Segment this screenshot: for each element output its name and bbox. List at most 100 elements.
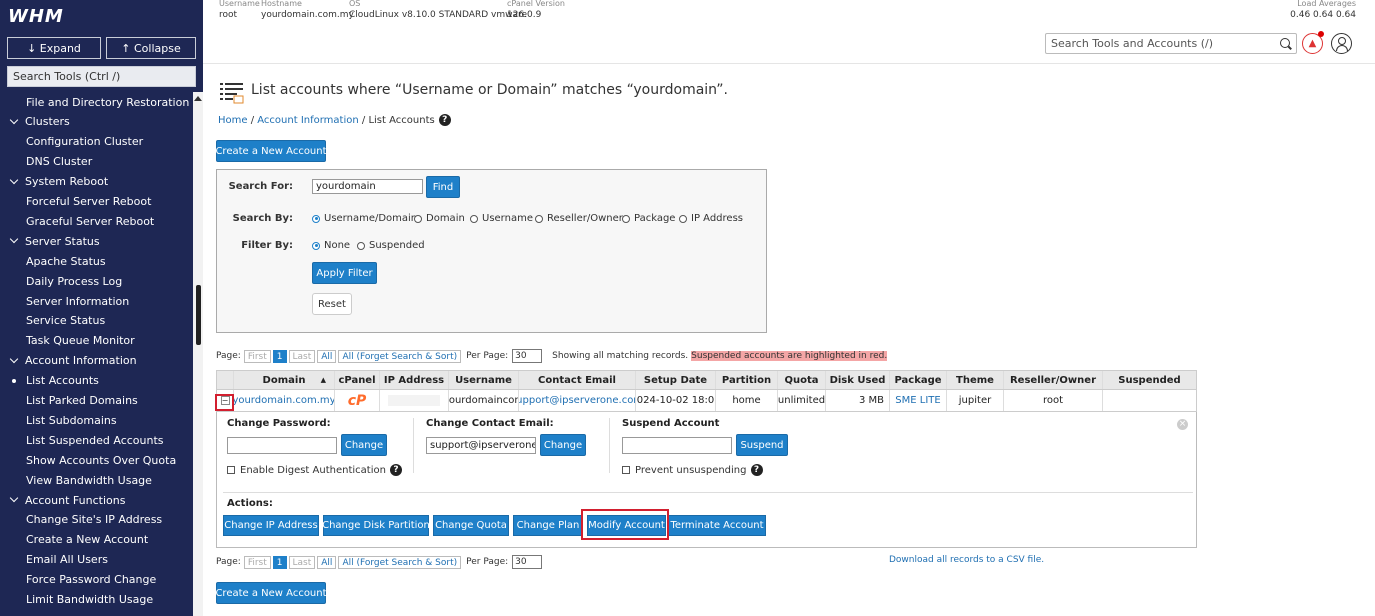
radio-domain[interactable]: Domain — [414, 213, 465, 224]
change-ip-address-button[interactable]: Change IP Address — [223, 515, 319, 536]
radio-filter-suspended[interactable]: Suspended — [357, 240, 425, 251]
sidebar-item-account-functions[interactable]: Account Functions — [0, 490, 193, 510]
expand-button[interactable]: ↓ Expand — [7, 37, 101, 59]
domain-link[interactable]: yourdomain.com.my — [234, 390, 335, 411]
sidebar-item-service-status[interactable]: Service Status — [0, 311, 193, 331]
close-panel-icon[interactable]: × — [1177, 419, 1188, 430]
sidebar-scrollbar[interactable] — [193, 92, 203, 616]
sidebar-item-system-reboot[interactable]: System Reboot — [0, 172, 193, 192]
first-page-link[interactable]: First — [243, 349, 271, 363]
contact-email-link[interactable]: support@ipserverone.com — [519, 390, 636, 411]
last-page-link[interactable]: Last — [288, 555, 316, 569]
page-1-link[interactable]: 1 — [272, 555, 287, 569]
change-contact-email-button[interactable]: Change — [540, 434, 586, 456]
column-header-cpanel[interactable]: cPanel — [335, 371, 380, 389]
sort-ascending-icon[interactable]: ▲ — [321, 376, 326, 384]
radio-username-domain[interactable]: Username/Domain — [312, 213, 417, 224]
sidebar-item-file-and-directory-restoration[interactable]: File and Directory Restoration — [0, 92, 193, 112]
column-header-disk-used[interactable]: Disk Used — [826, 371, 890, 389]
sidebar-item-force-password-change[interactable]: Force Password Change — [0, 570, 193, 590]
sidebar-item-list-suspended-accounts[interactable]: List Suspended Accounts — [0, 430, 193, 450]
per-page-input[interactable]: 30 — [512, 555, 543, 569]
column-header-reseller-owner[interactable]: Reseller/Owner — [1004, 371, 1103, 389]
create-account-button-top[interactable]: Create a New Account — [215, 140, 327, 162]
reset-button[interactable]: Reset — [312, 293, 352, 315]
chevron-down-icon[interactable] — [9, 493, 19, 503]
change-quota-button[interactable]: Change Quota — [433, 515, 509, 536]
column-header-package[interactable]: Package — [890, 371, 947, 389]
prevent-unsuspending-checkbox[interactable]: Prevent unsuspending? — [622, 464, 763, 476]
sidebar-item-create-a-new-account[interactable]: Create a New Account — [0, 530, 193, 550]
per-page-input[interactable]: 30 — [512, 349, 543, 363]
all-link[interactable]: All — [317, 349, 337, 363]
radio-ip-address[interactable]: IP Address — [679, 213, 743, 224]
sidebar-item-server-status[interactable]: Server Status — [0, 231, 193, 251]
search-icon[interactable] — [1280, 38, 1290, 48]
chevron-down-icon[interactable] — [9, 115, 19, 125]
sidebar-item-list-subdomains[interactable]: List Subdomains — [0, 410, 193, 430]
radio-package[interactable]: Package — [622, 213, 675, 224]
help-icon[interactable]: ? — [750, 464, 763, 476]
breadcrumb-account-information[interactable]: Account Information — [257, 115, 358, 126]
sidebar-search-input[interactable]: Search Tools (Ctrl /) — [7, 66, 196, 87]
all-forget-search-link[interactable]: All (Forget Search & Sort) — [338, 555, 462, 569]
chevron-down-icon[interactable] — [9, 354, 19, 363]
sidebar-scroll-thumb[interactable] — [196, 285, 201, 345]
sidebar-item-view-bandwidth-usage[interactable]: View Bandwidth Usage — [0, 470, 193, 490]
breadcrumb-home[interactable]: Home — [218, 115, 248, 126]
column-header-partition[interactable]: Partition — [716, 371, 778, 389]
sidebar-item-list-parked-domains[interactable]: List Parked Domains — [0, 391, 193, 411]
first-page-link[interactable]: First — [243, 555, 271, 569]
sidebar-item-task-queue-monitor[interactable]: Task Queue Monitor — [0, 331, 193, 351]
whm-logo[interactable]: WHM — [8, 6, 64, 27]
download-csv-link[interactable]: Download all records to a CSV file. — [889, 555, 1044, 565]
column-header-contact-email[interactable]: Contact Email — [519, 371, 636, 389]
all-link[interactable]: All — [317, 555, 337, 569]
radio-username[interactable]: Username — [470, 213, 533, 224]
column-header-suspended[interactable]: Suspended — [1103, 371, 1196, 389]
sidebar-item-clusters[interactable]: Clusters — [0, 112, 193, 132]
change-password-button[interactable]: Change — [341, 434, 387, 456]
sidebar-item-list-accounts[interactable]: List Accounts — [0, 371, 193, 391]
sidebar-item-forceful-server-reboot[interactable]: Forceful Server Reboot — [0, 192, 193, 212]
collapse-button[interactable]: ↑ Collapse — [106, 37, 196, 59]
chevron-down-icon[interactable] — [9, 235, 19, 244]
scroll-up-icon[interactable] — [194, 96, 202, 101]
apply-filter-button[interactable]: Apply Filter — [312, 262, 377, 284]
page-1-link[interactable]: 1 — [272, 349, 287, 363]
chevron-down-icon[interactable] — [9, 175, 19, 184]
change-disk-partition-button[interactable]: Change Disk Partition — [322, 515, 430, 536]
column-header-setup-date[interactable]: Setup Date — [636, 371, 716, 389]
find-button[interactable]: Find — [426, 176, 460, 198]
column-header-theme[interactable]: Theme — [947, 371, 1004, 389]
help-icon[interactable]: ? — [438, 114, 451, 126]
sidebar-item-change-site-s-ip-address[interactable]: Change Site's IP Address — [0, 510, 193, 530]
radio-reseller-owner[interactable]: Reseller/Owner — [535, 213, 623, 224]
radio-filter-none[interactable]: None — [312, 240, 350, 251]
all-forget-search-link[interactable]: All (Forget Search & Sort) — [338, 349, 462, 363]
column-header-domain[interactable]: Domain ▲ — [234, 371, 335, 389]
sidebar-item-apache-status[interactable]: Apache Status — [0, 251, 193, 271]
sidebar-item-daily-process-log[interactable]: Daily Process Log — [0, 271, 193, 291]
last-page-link[interactable]: Last — [288, 349, 316, 363]
sidebar-item-email-all-users[interactable]: Email All Users — [0, 550, 193, 570]
contact-email-input[interactable]: support@ipserverone.com — [426, 437, 536, 454]
sidebar-item-account-information[interactable]: Account Information — [0, 351, 193, 371]
user-account-icon[interactable] — [1331, 33, 1352, 54]
suspend-button[interactable]: Suspend — [736, 434, 788, 456]
tools-search-input[interactable]: Search Tools and Accounts (/) — [1045, 33, 1297, 54]
sidebar-item-limit-bandwidth-usage[interactable]: Limit Bandwidth Usage — [0, 590, 193, 610]
sidebar-item-graceful-server-reboot[interactable]: Graceful Server Reboot — [0, 211, 193, 231]
terminate-account-button[interactable]: Terminate Account — [668, 515, 766, 536]
sidebar-item-configuration-cluster[interactable]: Configuration Cluster — [0, 132, 193, 152]
column-header-ip-address[interactable]: IP Address — [380, 371, 449, 389]
change-password-input[interactable] — [227, 437, 337, 454]
suspend-reason-input[interactable] — [622, 437, 732, 454]
package-link[interactable]: SME LITE — [890, 390, 947, 411]
search-for-input[interactable]: yourdomain — [312, 179, 423, 194]
sidebar-item-server-information[interactable]: Server Information — [0, 291, 193, 311]
change-plan-button[interactable]: Change Plan — [513, 515, 583, 536]
sidebar-item-dns-cluster[interactable]: DNS Cluster — [0, 152, 193, 172]
create-account-button-bottom[interactable]: Create a New Account — [215, 582, 327, 604]
sidebar-item-show-accounts-over-quota[interactable]: Show Accounts Over Quota — [0, 450, 193, 470]
